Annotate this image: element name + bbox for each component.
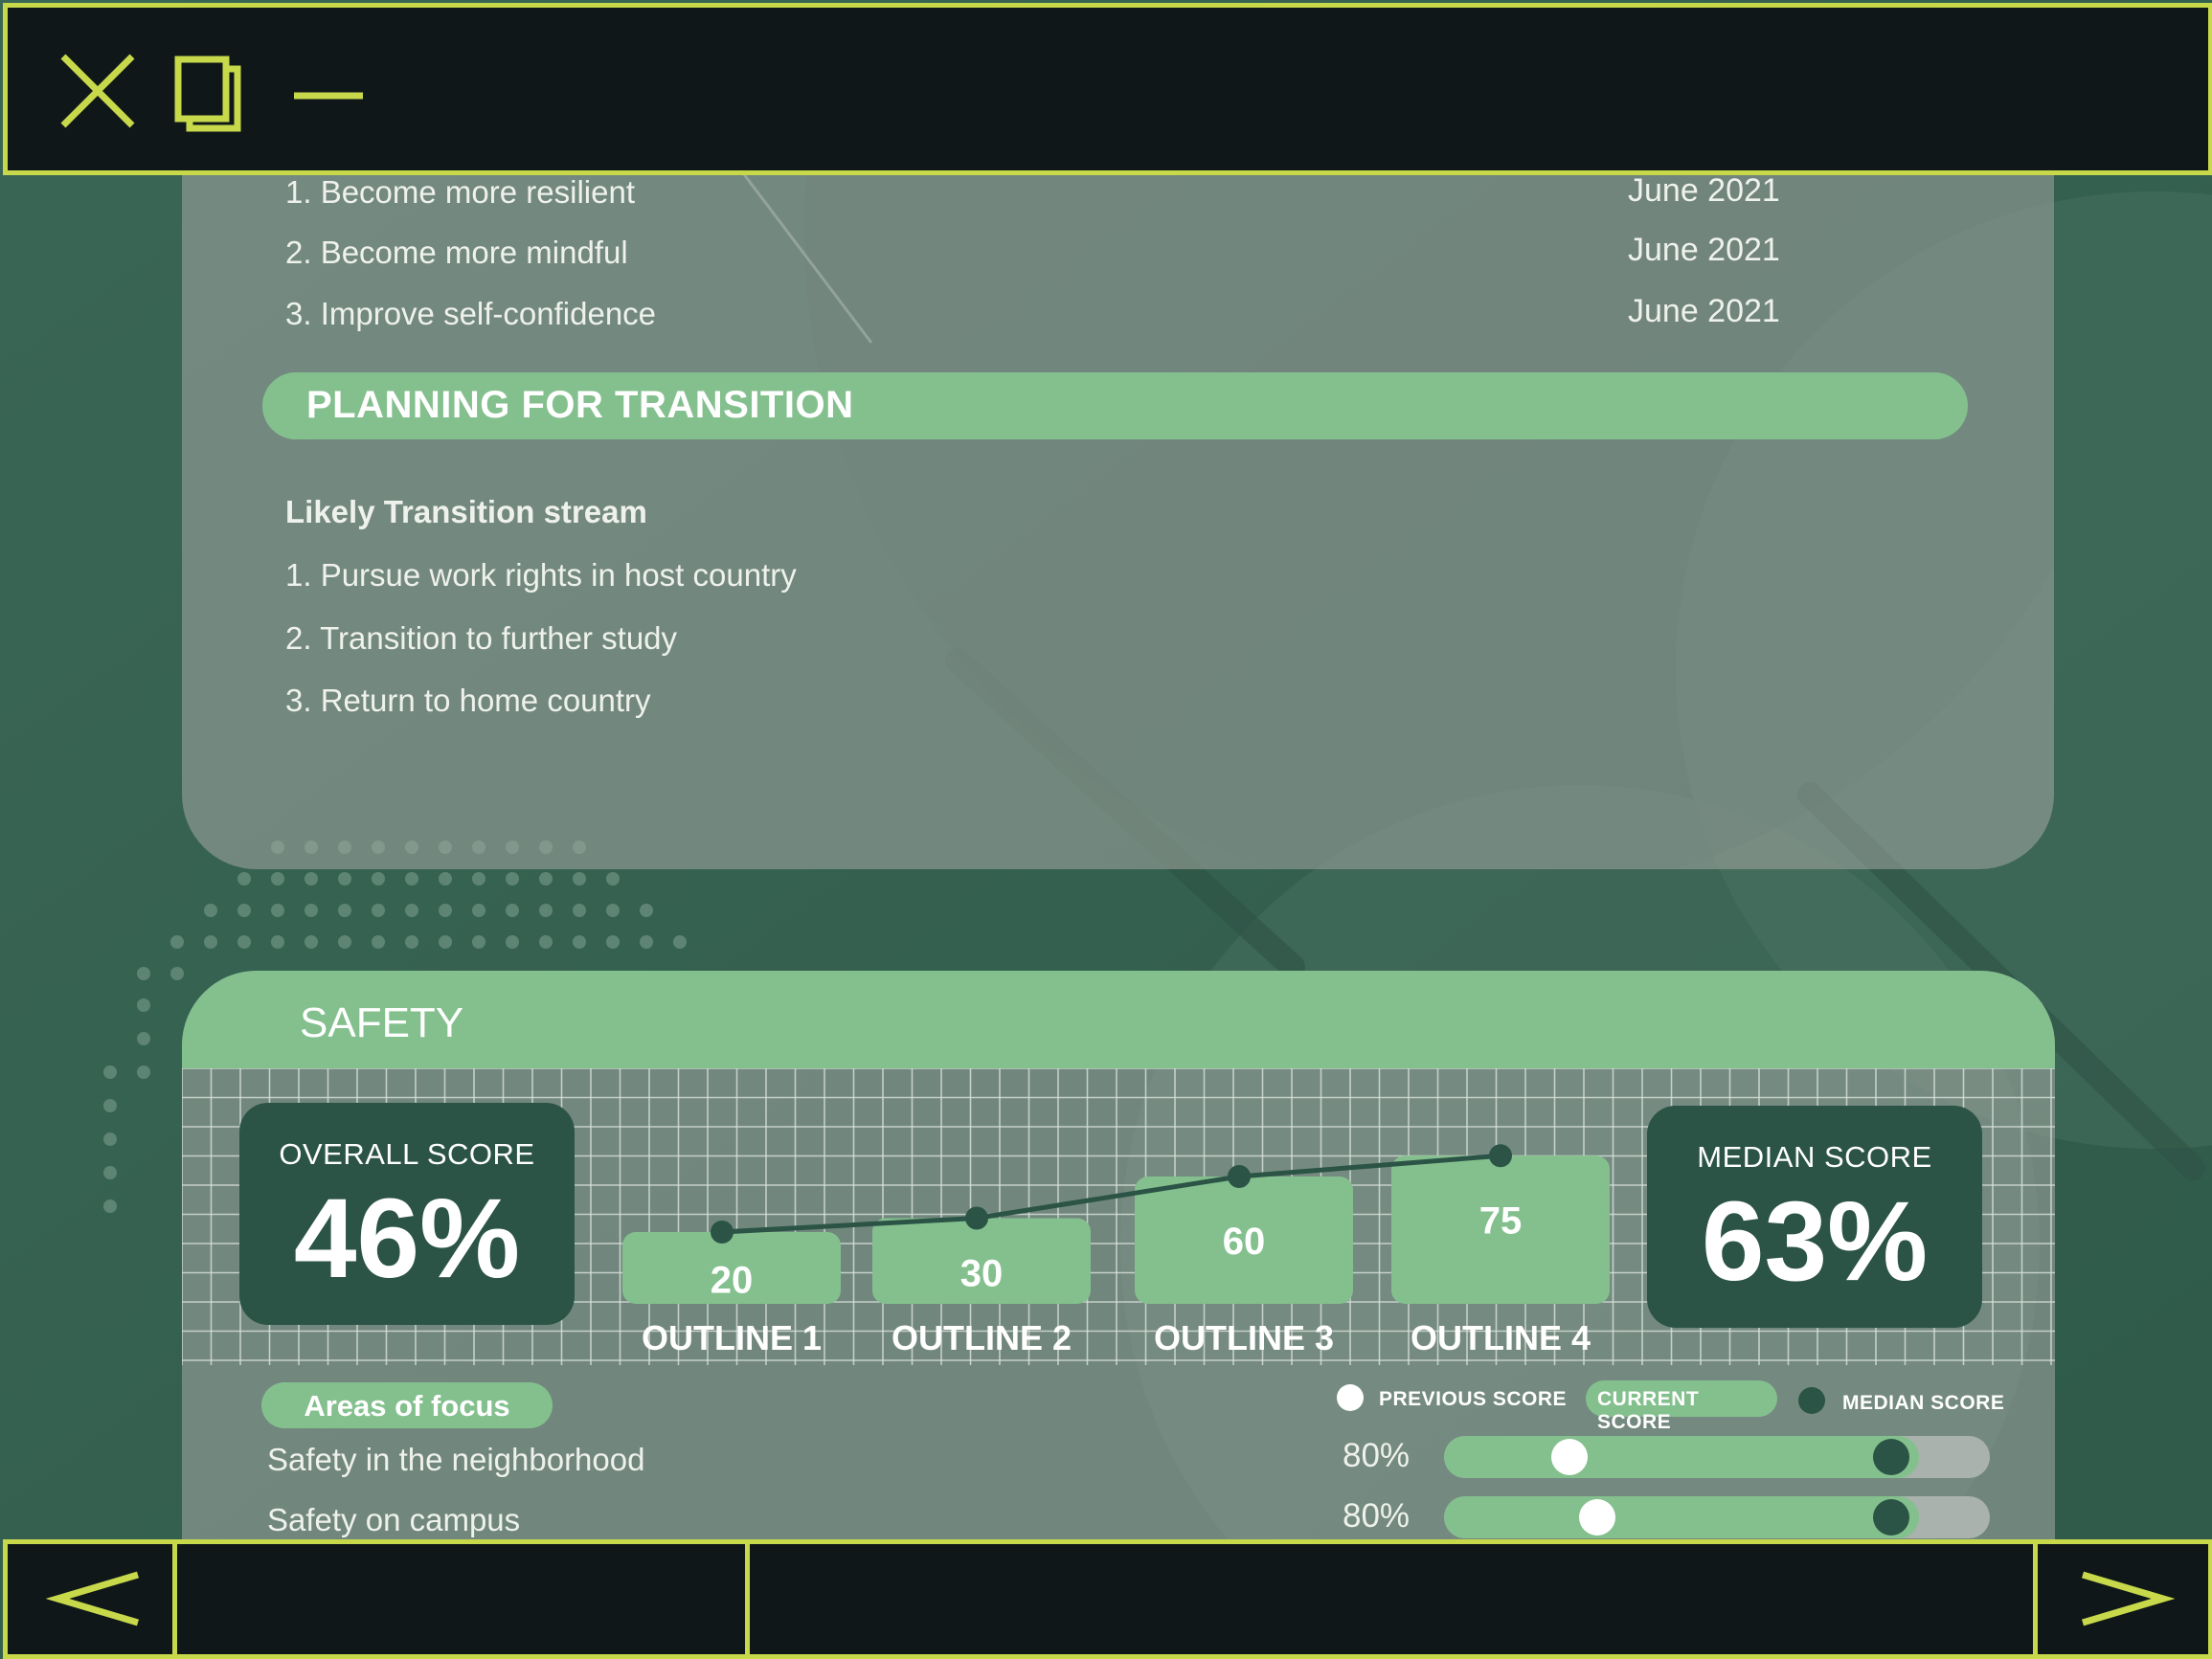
outline-bar-value: 20 — [711, 1260, 754, 1302]
close-button[interactable] — [57, 51, 138, 131]
goal-item: 1. Become more resilient — [285, 174, 635, 210]
outline-category-label: OUTLINE 4 — [1411, 1318, 1591, 1357]
chevron-right-icon — [2082, 1571, 2176, 1626]
outline-category-label: OUTLINE 3 — [1154, 1318, 1334, 1357]
bottom-bar-segment — [172, 1544, 750, 1654]
goal-item: 2. Become more mindful — [285, 235, 628, 270]
section-title: PLANNING FOR TRANSITION — [306, 384, 854, 426]
trend-point — [1228, 1165, 1251, 1188]
card-decoration — [697, 115, 2054, 869]
transition-stream-heading: Likely Transition stream — [285, 494, 647, 529]
app-window: 1. Become more resilient June 2021 2. Be… — [0, 0, 2212, 1659]
bottom-navigation-bar — [3, 1539, 2212, 1659]
minimize-icon — [294, 92, 363, 100]
previous-score-legend-label: PREVIOUS SCORE — [1379, 1388, 1568, 1410]
trend-point — [965, 1206, 988, 1230]
transition-item: 1. Pursue work rights in host country — [285, 557, 797, 593]
safety-card: SAFETY OVERALL SCORE 46% MEDIAN SCORE 63… — [182, 971, 2055, 1545]
median-score-legend-label: MEDIAN SCORE — [1842, 1392, 2005, 1414]
goal-item: 3. Improve self-confidence — [285, 296, 657, 331]
previous-page-button[interactable] — [45, 1563, 142, 1635]
trend-line — [721, 1153, 1501, 1235]
goal-date: June 2021 — [1628, 172, 1780, 209]
next-page-button[interactable] — [2079, 1563, 2176, 1635]
current-score-fill — [1444, 1436, 1919, 1478]
outline-bar-value: 75 — [1479, 1199, 1523, 1242]
chevron-left-icon — [45, 1571, 139, 1626]
current-score-legend-pill: CURRENT SCORE — [1586, 1380, 1777, 1433]
focus-row-label: Safety in the neighborhood — [267, 1442, 645, 1477]
focus-score-track — [1444, 1436, 1990, 1478]
outline-bar-value: 60 — [1223, 1221, 1266, 1263]
current-score-fill — [1444, 1496, 1919, 1538]
trend-point — [711, 1221, 734, 1244]
focus-row-percent: 80% — [1343, 1437, 1411, 1474]
trend-point — [1489, 1144, 1512, 1168]
goals-card — [182, 115, 2054, 869]
focus-row-percent: 80% — [1343, 1497, 1411, 1535]
focus-row-label: Safety on campus — [267, 1502, 521, 1537]
restore-icon — [174, 56, 241, 132]
restore-button[interactable] — [172, 54, 253, 134]
minimize-button[interactable] — [290, 84, 367, 107]
close-icon — [60, 54, 135, 128]
bottom-bar-segment — [745, 1544, 2038, 1654]
previous-score-legend-dot — [1337, 1384, 1364, 1411]
outline-category-label: OUTLINE 2 — [892, 1318, 1072, 1357]
goal-date: June 2021 — [1628, 232, 1780, 268]
previous-score-marker — [1578, 1499, 1615, 1536]
areas-of-focus-badge: Areas of focus — [261, 1382, 553, 1428]
previous-score-marker — [1551, 1439, 1589, 1475]
transition-item: 2. Transition to further study — [285, 620, 678, 656]
current-score-legend-label: CURRENT SCORE — [1597, 1388, 1700, 1433]
focus-score-track — [1444, 1496, 1990, 1538]
title-bar — [3, 3, 2212, 175]
areas-of-focus-label: Areas of focus — [304, 1389, 510, 1423]
goal-date: June 2021 — [1628, 293, 1780, 329]
median-score-legend-dot — [1798, 1387, 1825, 1414]
outline-category-label: OUTLINE 1 — [642, 1318, 822, 1357]
transition-item: 3. Return to home country — [285, 683, 651, 718]
outline-bar-value: 30 — [960, 1252, 1004, 1294]
section-header-transition: PLANNING FOR TRANSITION — [262, 372, 1968, 439]
